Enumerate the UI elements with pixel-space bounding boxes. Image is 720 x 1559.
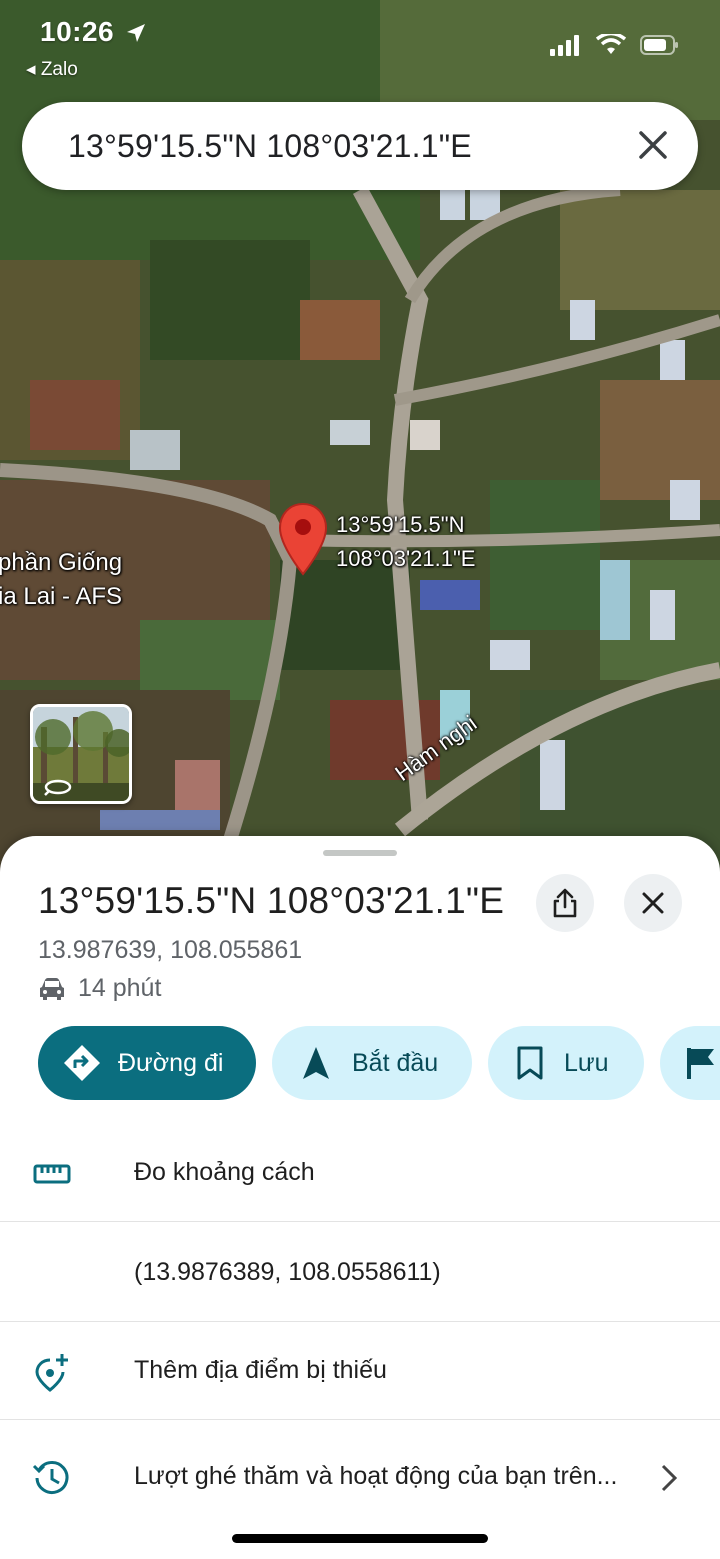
add-missing-place-label: Thêm địa điểm bị thiếu bbox=[134, 1356, 387, 1384]
satellite-map[interactable]: 10:26 ◂ Zalo 13°59'15.5"N 108°03'21.1"E … bbox=[0, 0, 720, 880]
drive-eta: 14 phút bbox=[38, 974, 161, 1003]
rotate-360-icon bbox=[44, 779, 72, 796]
directions-button[interactable]: Đường đi bbox=[38, 1026, 256, 1100]
full-coordinates-label: (13.9876389, 108.0558611) bbox=[134, 1258, 441, 1286]
bookmark-icon bbox=[517, 1046, 543, 1080]
start-navigation-button[interactable]: Bắt đầu bbox=[272, 1026, 472, 1100]
wifi-icon bbox=[596, 34, 626, 54]
start-label: Bắt đầu bbox=[352, 1048, 439, 1077]
label-button[interactable] bbox=[660, 1026, 720, 1100]
status-time: 10:26 bbox=[40, 16, 115, 47]
pin-coordinates-label: 13°59'15.5"N 108°03'21.1"E bbox=[336, 512, 476, 571]
close-icon bbox=[642, 892, 664, 914]
home-indicator[interactable] bbox=[232, 1534, 488, 1543]
battery-icon bbox=[640, 35, 678, 55]
back-to-app-link[interactable]: ◂ Zalo bbox=[26, 58, 78, 81]
share-icon bbox=[553, 888, 577, 918]
close-sheet-button[interactable] bbox=[624, 874, 682, 932]
place-title: 13°59'15.5"N 108°03'21.1"E bbox=[38, 880, 505, 921]
eta-text: 14 phút bbox=[78, 974, 162, 1002]
add-location-icon bbox=[35, 1354, 68, 1392]
close-search-icon[interactable] bbox=[636, 128, 670, 162]
decimal-coordinates: 13.987639, 108.055861 bbox=[38, 936, 303, 964]
car-icon bbox=[40, 977, 64, 1000]
action-buttons-row: Đường đi Bắt đầu Lưu bbox=[0, 1026, 720, 1100]
search-query[interactable]: 13°59'15.5"N 108°03'21.1"E bbox=[68, 128, 472, 165]
directions-label: Đường đi bbox=[118, 1048, 224, 1077]
measure-distance-label: Đo khoảng cách bbox=[134, 1158, 315, 1186]
add-missing-place-row[interactable]: Thêm địa điểm bị thiếu bbox=[0, 1324, 720, 1420]
navigation-arrow-icon bbox=[303, 1047, 329, 1079]
search-bar[interactable]: 13°59'15.5"N 108°03'21.1"E bbox=[22, 102, 698, 190]
visits-activity-row[interactable]: Lượt ghé thăm và hoạt động của bạn trên.… bbox=[0, 1430, 720, 1526]
history-icon bbox=[32, 1461, 69, 1494]
share-button[interactable] bbox=[536, 874, 594, 932]
street-view-thumbnail[interactable] bbox=[30, 704, 132, 804]
poi-label[interactable]: phần Giống ia Lai - AFS bbox=[0, 546, 122, 614]
visits-activity-label: Lượt ghé thăm và hoạt động của bạn trên.… bbox=[134, 1462, 618, 1490]
place-details-sheet: 13°59'15.5"N 108°03'21.1"E 13.987639, 10… bbox=[0, 836, 720, 1559]
save-button[interactable]: Lưu bbox=[488, 1026, 644, 1100]
save-label: Lưu bbox=[564, 1048, 609, 1077]
cellular-signal-icon bbox=[550, 35, 579, 56]
measure-distance-row[interactable]: Đo khoảng cách bbox=[0, 1126, 720, 1222]
directions-icon bbox=[64, 1045, 100, 1081]
drag-handle[interactable] bbox=[323, 850, 397, 856]
coordinates-row[interactable]: (13.9876389, 108.0558611) bbox=[0, 1226, 720, 1322]
location-pin-icon[interactable] bbox=[278, 502, 328, 576]
location-arrow-icon bbox=[127, 24, 145, 42]
status-icons bbox=[550, 34, 680, 56]
flag-icon bbox=[687, 1048, 714, 1079]
ruler-icon bbox=[33, 1164, 71, 1184]
status-bar: 10:26 ◂ Zalo bbox=[0, 0, 720, 90]
chevron-right-icon bbox=[661, 1464, 678, 1492]
